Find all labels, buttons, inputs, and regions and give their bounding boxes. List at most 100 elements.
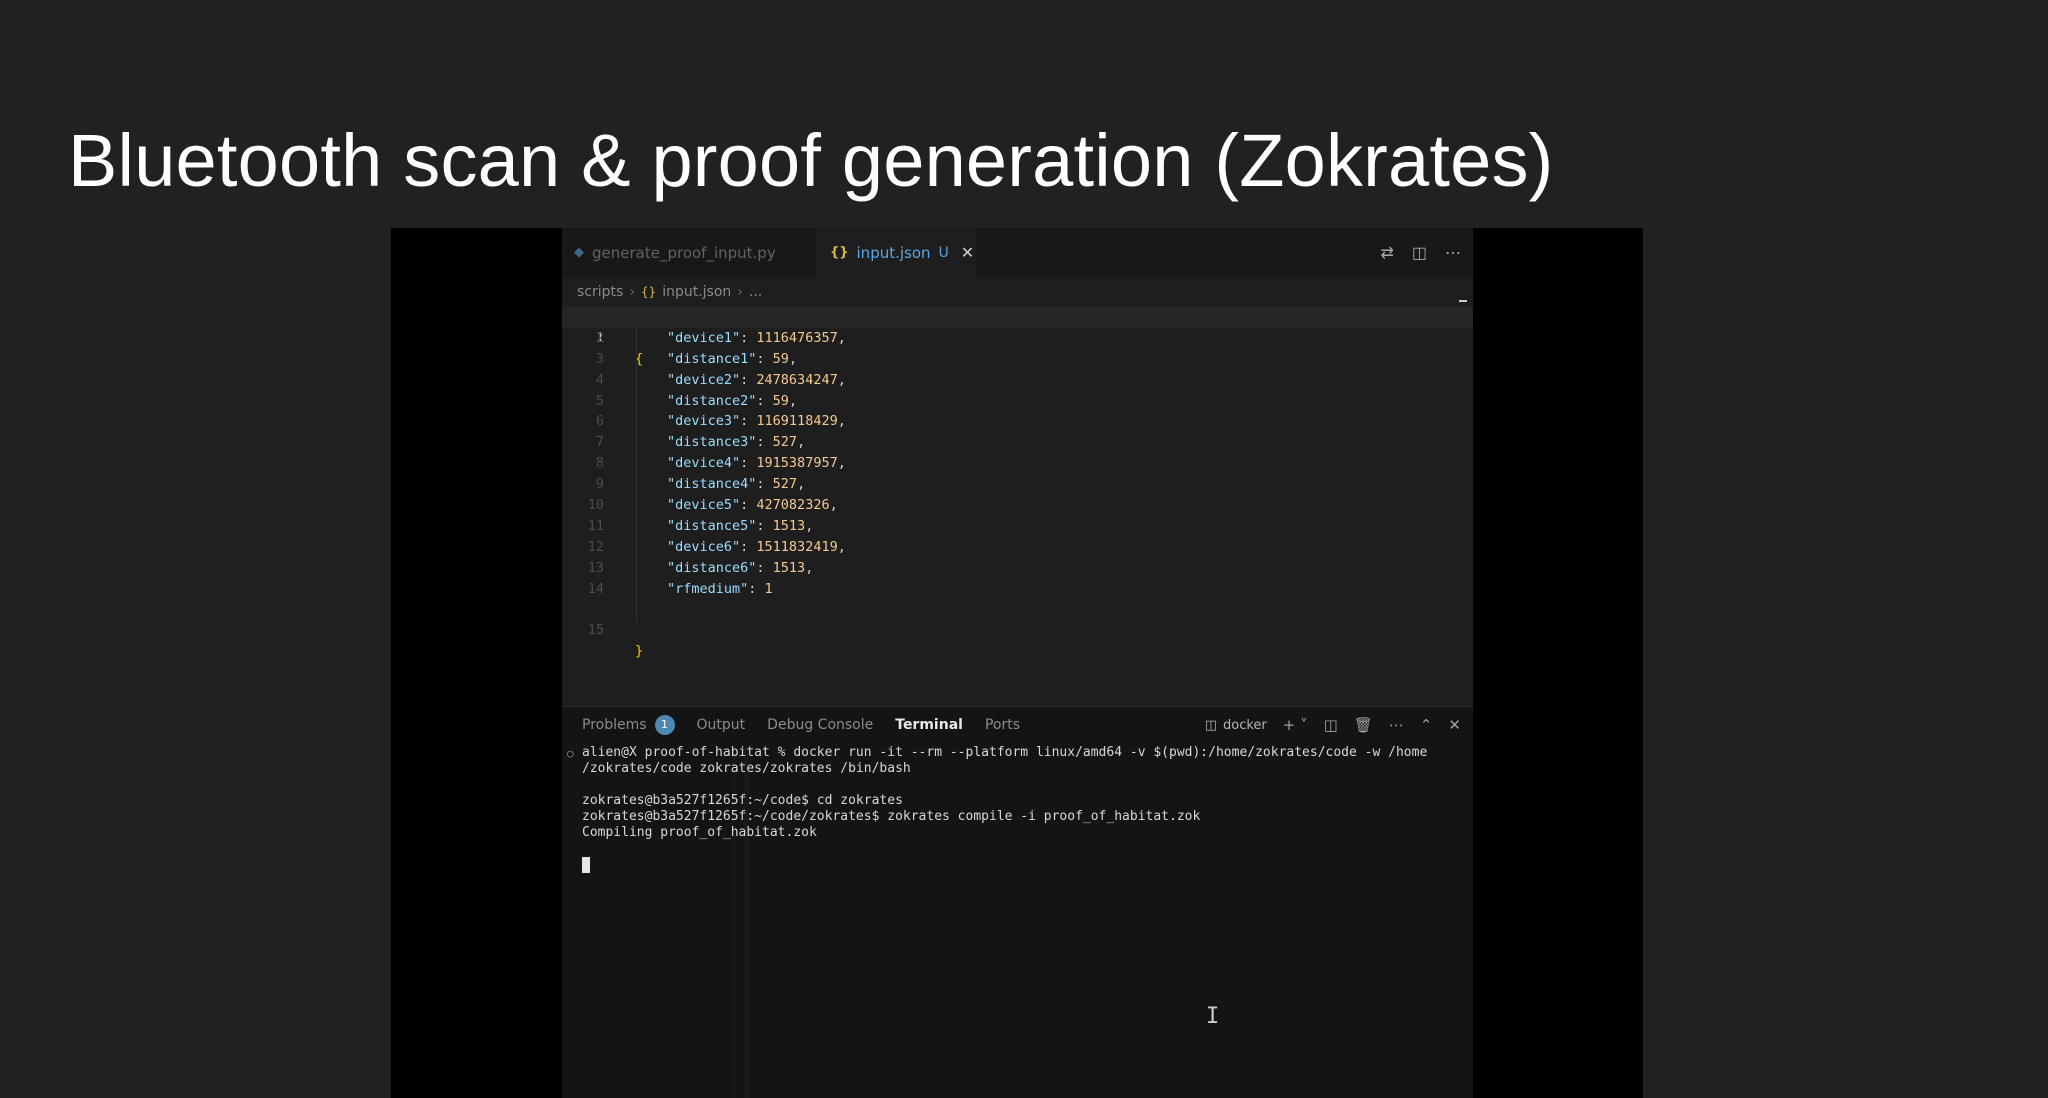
code-text: } [635, 643, 644, 660]
json-value: 59 [772, 392, 789, 409]
command-status-icon: ○ [567, 747, 574, 760]
code-line: 11 "distance5": 1513, [562, 516, 1473, 537]
json-key: "device3" [667, 413, 741, 430]
problems-count-badge: 1 [654, 715, 675, 735]
chevron-right-icon: › [629, 284, 635, 300]
line-number: 9 [595, 476, 604, 493]
json-value: 1513 [772, 517, 806, 534]
code-line: 1 { [562, 307, 1473, 367]
json-key: "device2" [667, 371, 741, 388]
line-number: 12 [587, 538, 604, 555]
line-number: 14 [587, 580, 604, 597]
slide-title: Bluetooth scan & proof generation (Zokra… [68, 119, 1554, 202]
line-number: 3 [595, 350, 604, 367]
split-terminal-icon[interactable]: ◫ [1324, 716, 1338, 734]
json-value: 1511832419 [756, 538, 838, 555]
line-number: 6 [595, 413, 604, 430]
tab-problems[interactable]: Problems 1 [582, 715, 675, 735]
code-line: 14 "rfmedium": 1 [562, 579, 1473, 600]
json-value: 59 [772, 350, 789, 367]
code-line: 12 "device6": 1511832419, [562, 537, 1473, 558]
terminal-line: Compiling proof_of_habitat.zok [582, 825, 817, 840]
code-line: 2 "device1": 1116476357, [562, 328, 1473, 349]
terminal-icon: ◫ [1204, 717, 1217, 733]
terminal-line: zokrates@b3a527f1265f:~/code$ cd zokrate… [582, 793, 903, 808]
code-line: 13 "distance6": 1513, [562, 558, 1473, 579]
vscode-window: ◆ generate_proof_input.py {} input.json … [562, 228, 1473, 1098]
panel-tabs: Problems 1 Output Debug Console Terminal … [582, 707, 1042, 743]
code-line: 15 } [562, 599, 1473, 659]
bottom-panel: Problems 1 Output Debug Console Terminal … [562, 706, 1473, 1098]
code-line: 5 "distance2": 59, [562, 391, 1473, 412]
more-actions-icon[interactable]: ⋯ [1445, 243, 1461, 263]
terminal-prompt[interactable] [582, 857, 1462, 878]
code-editor[interactable]: 1 { 2 "device1": 1116476357, 3 "distance1"… [562, 307, 1473, 659]
code-line: 6 "device3": 1169118429, [562, 411, 1473, 432]
maximize-panel-icon[interactable]: ⌃ [1420, 716, 1433, 734]
code-line: 7 "distance3": 527, [562, 432, 1473, 453]
json-value: 1513 [772, 559, 806, 576]
json-key: "device4" [667, 455, 741, 472]
json-key: "device6" [667, 538, 741, 555]
line-number: 4 [595, 371, 604, 388]
terminal-line: /zokrates/code zokrates/zokrates /bin/ba… [582, 761, 911, 776]
tab-debug-console[interactable]: Debug Console [767, 717, 873, 733]
terminal-line: zokrates@b3a527f1265f:~/code/zokrates$ z… [582, 809, 1201, 824]
terminal-selector[interactable]: ◫ docker [1205, 718, 1267, 733]
breadcrumb-folder[interactable]: scripts [577, 284, 623, 300]
tab-terminal[interactable]: Terminal [895, 717, 963, 733]
line-number: 7 [595, 434, 604, 451]
code-line: 9 "distance4": 527, [562, 474, 1473, 495]
tab-label: generate_proof_input.py [592, 243, 776, 262]
line-number: 15 [587, 622, 604, 639]
json-key: "rfmedium" [667, 580, 749, 597]
json-key: "distance4" [667, 476, 757, 493]
scrollbar-indicator[interactable] [1459, 300, 1467, 302]
close-tab-icon[interactable]: ✕ [961, 243, 974, 262]
json-key: "distance3" [667, 434, 757, 451]
code-line: 4 "device2": 2478634247, [562, 370, 1473, 391]
json-key: "distance5" [667, 517, 757, 534]
terminal-cursor [582, 857, 590, 873]
mouse-ibeam-cursor: I [1206, 1004, 1220, 1029]
close-panel-icon[interactable]: ✕ [1448, 716, 1461, 734]
json-value: 1915387957 [756, 455, 838, 472]
json-value: 1116476357 [756, 329, 838, 346]
more-actions-icon[interactable]: ⋯ [1389, 716, 1404, 734]
breadcrumb-tail[interactable]: ... [749, 284, 762, 300]
tab-input-json[interactable]: {} input.json U ✕ [816, 228, 976, 277]
tab-generate-proof-input[interactable]: ◆ generate_proof_input.py [562, 228, 816, 277]
json-key: "distance2" [667, 392, 757, 409]
json-key: "distance1" [667, 350, 757, 367]
editor-tab-bar: ◆ generate_proof_input.py {} input.json … [562, 228, 1473, 277]
tab-label: input.json [856, 243, 931, 262]
tab-output[interactable]: Output [697, 717, 746, 733]
chevron-right-icon: › [737, 284, 743, 300]
panel-actions: ◫ docker + ˅ ◫ 🗑 ⋯ ⌃ ✕ [1205, 707, 1461, 743]
code-line: 3 "distance1": 59, [562, 349, 1473, 370]
code-line: 10 "device5": 427082326, [562, 495, 1473, 516]
line-number: 10 [587, 497, 604, 514]
indent-guide [636, 328, 637, 622]
json-value: 527 [772, 476, 798, 493]
split-editor-icon[interactable]: ◫ [1412, 243, 1427, 263]
json-value: 1 [764, 580, 773, 597]
json-key: "distance6" [667, 559, 757, 576]
json-value: 1169118429 [756, 413, 838, 430]
trash-icon[interactable]: 🗑 [1354, 716, 1373, 734]
tab-ports[interactable]: Ports [985, 717, 1020, 733]
terminal-output[interactable]: ○ alien@X proof-of-habitat % docker run … [567, 745, 1462, 878]
line-number: 13 [587, 559, 604, 576]
breadcrumb-file[interactable]: input.json [662, 284, 731, 300]
compare-changes-icon[interactable]: ⇄ [1380, 243, 1393, 263]
json-value: 527 [772, 434, 798, 451]
terminal-line: alien@X proof-of-habitat % docker run -i… [582, 745, 1428, 760]
python-file-icon: ◆ [574, 245, 584, 260]
json-file-icon: {} [830, 245, 849, 260]
json-value: 2478634247 [756, 371, 838, 388]
json-file-icon: {} [640, 285, 657, 299]
editor-actions: ⇄ ◫ ⋯ [1380, 228, 1461, 277]
code-line: 8 "device4": 1915387957, [562, 453, 1473, 474]
new-terminal-icon[interactable]: + ˅ [1283, 716, 1308, 734]
